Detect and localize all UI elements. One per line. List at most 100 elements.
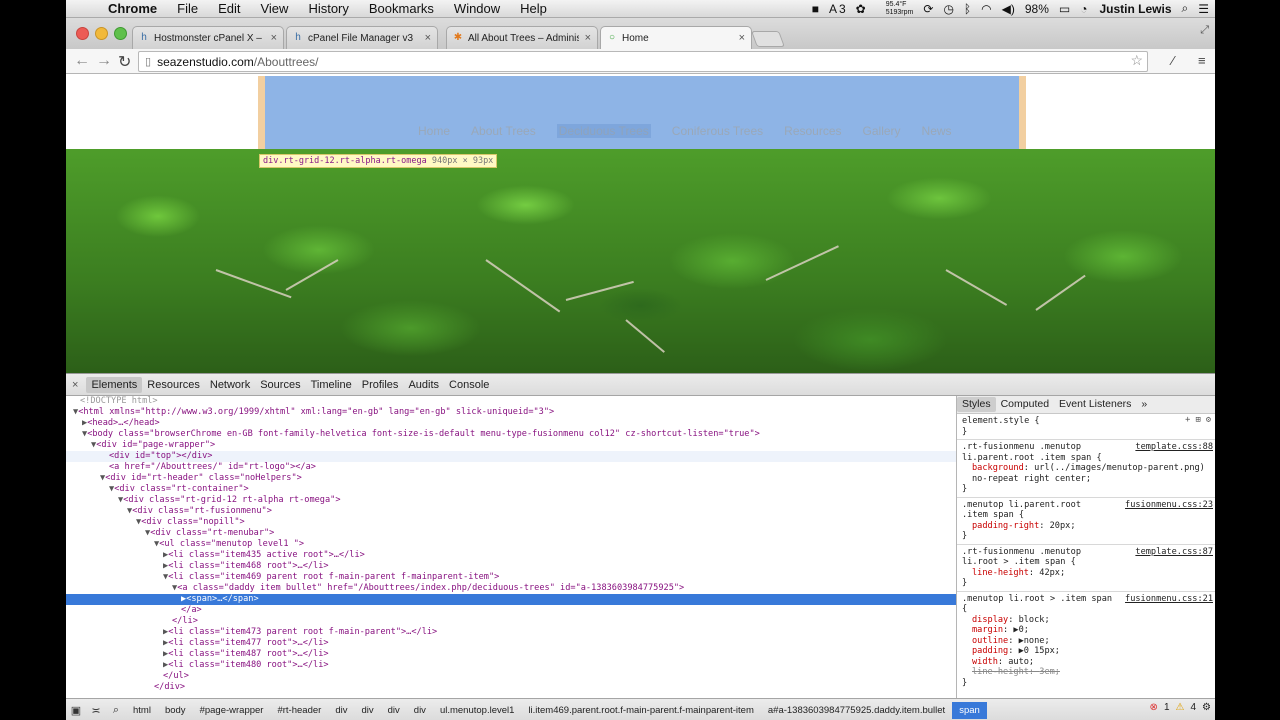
dom-node[interactable]: ▶<li class="item480 root">…</li> [66,660,329,671]
close-tab-icon[interactable]: × [739,32,745,44]
tab-cpanel-file-manager[interactable]: h cPanel File Manager v3 × [286,26,438,49]
menu-app-name[interactable]: Chrome [108,1,157,16]
breadcrumb-page-wrapper[interactable]: #page-wrapper [193,702,271,719]
nav-gallery[interactable]: Gallery [863,124,901,138]
breadcrumb-html[interactable]: html [126,702,158,719]
style-rule[interactable]: template.css:88 .rt-fusionmenu .menutop … [957,440,1215,498]
dom-node[interactable]: ▶<li class="item435 active root">…</li> [66,550,365,561]
breadcrumb-div[interactable]: div [381,702,407,719]
spotlight-icon[interactable]: ⌕ [1182,1,1189,16]
tab-resources[interactable]: Resources [142,377,205,393]
sync-icon[interactable]: ⟳ [923,2,933,16]
back-arrow-icon[interactable]: ← [74,52,90,70]
menu-help[interactable]: Help [520,1,547,16]
style-rule[interactable]: template.css:87 .rt-fusionmenu .menutop … [957,545,1215,592]
dom-node[interactable]: ▶<li class="item487 root">…</li> [66,649,329,660]
dom-node[interactable]: ▼<body class="browserChrome en-GB font-f… [66,429,760,440]
rule-property[interactable]: padding-right: 20px; [962,521,1211,532]
dom-node[interactable]: </div> [66,682,185,693]
dom-node[interactable]: ▼<div id="rt-header" class="noHelpers"> [66,473,302,484]
rule-property[interactable]: display: block; [962,615,1211,626]
menu-history[interactable]: History [308,1,348,16]
eyedropper-extension-icon[interactable]: ⁄ [1172,53,1174,68]
notification-list-icon[interactable]: ☰ [1198,2,1209,16]
dom-node[interactable]: ▼<div class="rt-menubar"> [66,528,274,539]
rule-source-link[interactable]: fusionmenu.css:21 [1125,594,1213,605]
nav-deciduous-trees[interactable]: Deciduous Trees [556,124,651,138]
rule-property[interactable]: width: auto; [962,657,1211,668]
more-tabs-icon[interactable]: » [1136,397,1152,412]
dock-icon[interactable]: ▣ [66,704,86,717]
reload-icon[interactable]: ↻ [118,52,131,72]
tab-styles[interactable]: Styles [957,397,996,412]
error-warning-counts[interactable]: ⊗ 1 ⚠ 4 ⚙ [1150,702,1211,713]
dom-node[interactable]: ▼<ul class="menutop level1 "> [66,539,304,550]
address-bar[interactable]: ▯ seazenstudio.com /Abouttrees/ ☆ [138,51,1148,72]
inspect-search-icon[interactable]: ⌕ [106,704,126,717]
dom-node[interactable]: </a> [66,605,202,616]
dom-node[interactable]: ▶<li class="item473 parent root f-main-p… [66,627,437,638]
dom-node[interactable]: </li> [66,616,198,627]
style-rule[interactable]: fusionmenu.css:21 .menutop li.root > .it… [957,592,1215,691]
temperature-monitor[interactable]: 95.4°F 5193rpm [876,1,914,17]
dom-node[interactable]: ▼<a class="daddy item bullet" href="/Abo… [66,583,684,594]
rule-source-link[interactable]: template.css:87 [1135,547,1213,558]
dom-node[interactable]: ▼<div class="rt-container"> [66,484,249,495]
rule-property[interactable]: margin: ▶0; [962,625,1211,636]
rule-source-link[interactable]: fusionmenu.css:23 [1125,500,1213,511]
rule-property[interactable]: padding: ▶0 15px; [962,646,1211,657]
close-devtools-icon[interactable]: × [72,379,78,391]
tab-all-about-trees-admin[interactable]: ✱ All About Trees – Adminis × [446,26,598,49]
tab-timeline[interactable]: Timeline [306,377,357,393]
rule-property[interactable]: line-height: 42px; [962,568,1211,579]
tab-hostmonster-cpanel[interactable]: h Hostmonster cPanel X – sc × [132,26,284,49]
dom-node[interactable]: ▶<li class="item468 root">…</li> [66,561,329,572]
tab-home[interactable]: ○ Home × [600,26,752,49]
breadcrumb-ul[interactable]: ul.menutop.level1 [433,702,521,719]
close-tab-icon[interactable]: × [271,32,277,44]
clock-icon[interactable]: ◔ [1080,2,1087,16]
nav-home[interactable]: Home [418,124,450,138]
dom-node[interactable]: <!DOCTYPE html> [66,396,158,407]
rule-property[interactable]: outline: ▶none; [962,636,1211,647]
breadcrumb-a[interactable]: a#a-1383603984775925.daddy.item.bullet [761,702,952,719]
dom-node[interactable]: <div id="top"></div> [66,451,956,462]
menu-file[interactable]: File [177,1,198,16]
nav-news[interactable]: News [922,124,952,138]
add-rule-icons[interactable]: + ⊞ ⚙ [1185,415,1211,426]
breadcrumb-span[interactable]: span [952,702,987,719]
chrome-menu-icon[interactable]: ≡ [1198,53,1206,68]
dom-node[interactable]: ▼<html xmlns="http://www.w3.org/1999/xht… [66,407,554,418]
dom-node[interactable]: ▼<div class="nopill"> [66,517,245,528]
tab-elements[interactable]: Elements [86,376,143,393]
menu-bookmarks[interactable]: Bookmarks [369,1,434,16]
dom-node[interactable]: </ul> [66,671,189,682]
menu-edit[interactable]: Edit [218,1,240,16]
forward-arrow-icon[interactable]: → [96,52,112,70]
close-tab-icon[interactable]: × [425,32,431,44]
dom-node[interactable]: ▼<li class="item469 parent root f-main-p… [66,572,499,583]
tab-computed[interactable]: Computed [996,397,1054,412]
breadcrumb-li[interactable]: li.item469.parent.root.f-main-parent.f-m… [521,702,760,719]
dom-node[interactable]: <a href="/Abouttrees/" id="rt-logo"></a> [66,462,316,473]
new-tab-button[interactable] [751,31,785,47]
breadcrumb-rt-header[interactable]: #rt-header [270,702,328,719]
rule-property-overridden[interactable]: line-height: 3em; [962,667,1211,678]
bookmark-star-icon[interactable]: ☆ [1130,52,1143,69]
dom-node[interactable]: ▶<head>…</head> [66,418,160,429]
dom-node-selected[interactable]: ▶<span>…</span> [66,594,956,605]
time-machine-icon[interactable]: ◷ [943,2,953,16]
camera-icon[interactable]: ■ [812,2,819,16]
dom-node[interactable]: ▼<div class="rt-grid-12 rt-alpha rt-omeg… [66,495,341,506]
tab-event-listeners[interactable]: Event Listeners [1054,397,1136,412]
tab-sources[interactable]: Sources [255,377,305,393]
breadcrumb-div[interactable]: div [328,702,354,719]
style-rule-element[interactable]: element.style { + ⊞ ⚙ } [957,414,1215,440]
tab-audits[interactable]: Audits [403,377,444,393]
close-tab-icon[interactable]: × [585,32,591,44]
minimize-window-button[interactable] [95,27,108,40]
dom-node[interactable]: ▶<li class="item477 root">…</li> [66,638,329,649]
tab-network[interactable]: Network [205,377,255,393]
nav-coniferous-trees[interactable]: Coniferous Trees [672,124,763,138]
console-drawer-icon[interactable]: ≍ [86,704,106,717]
